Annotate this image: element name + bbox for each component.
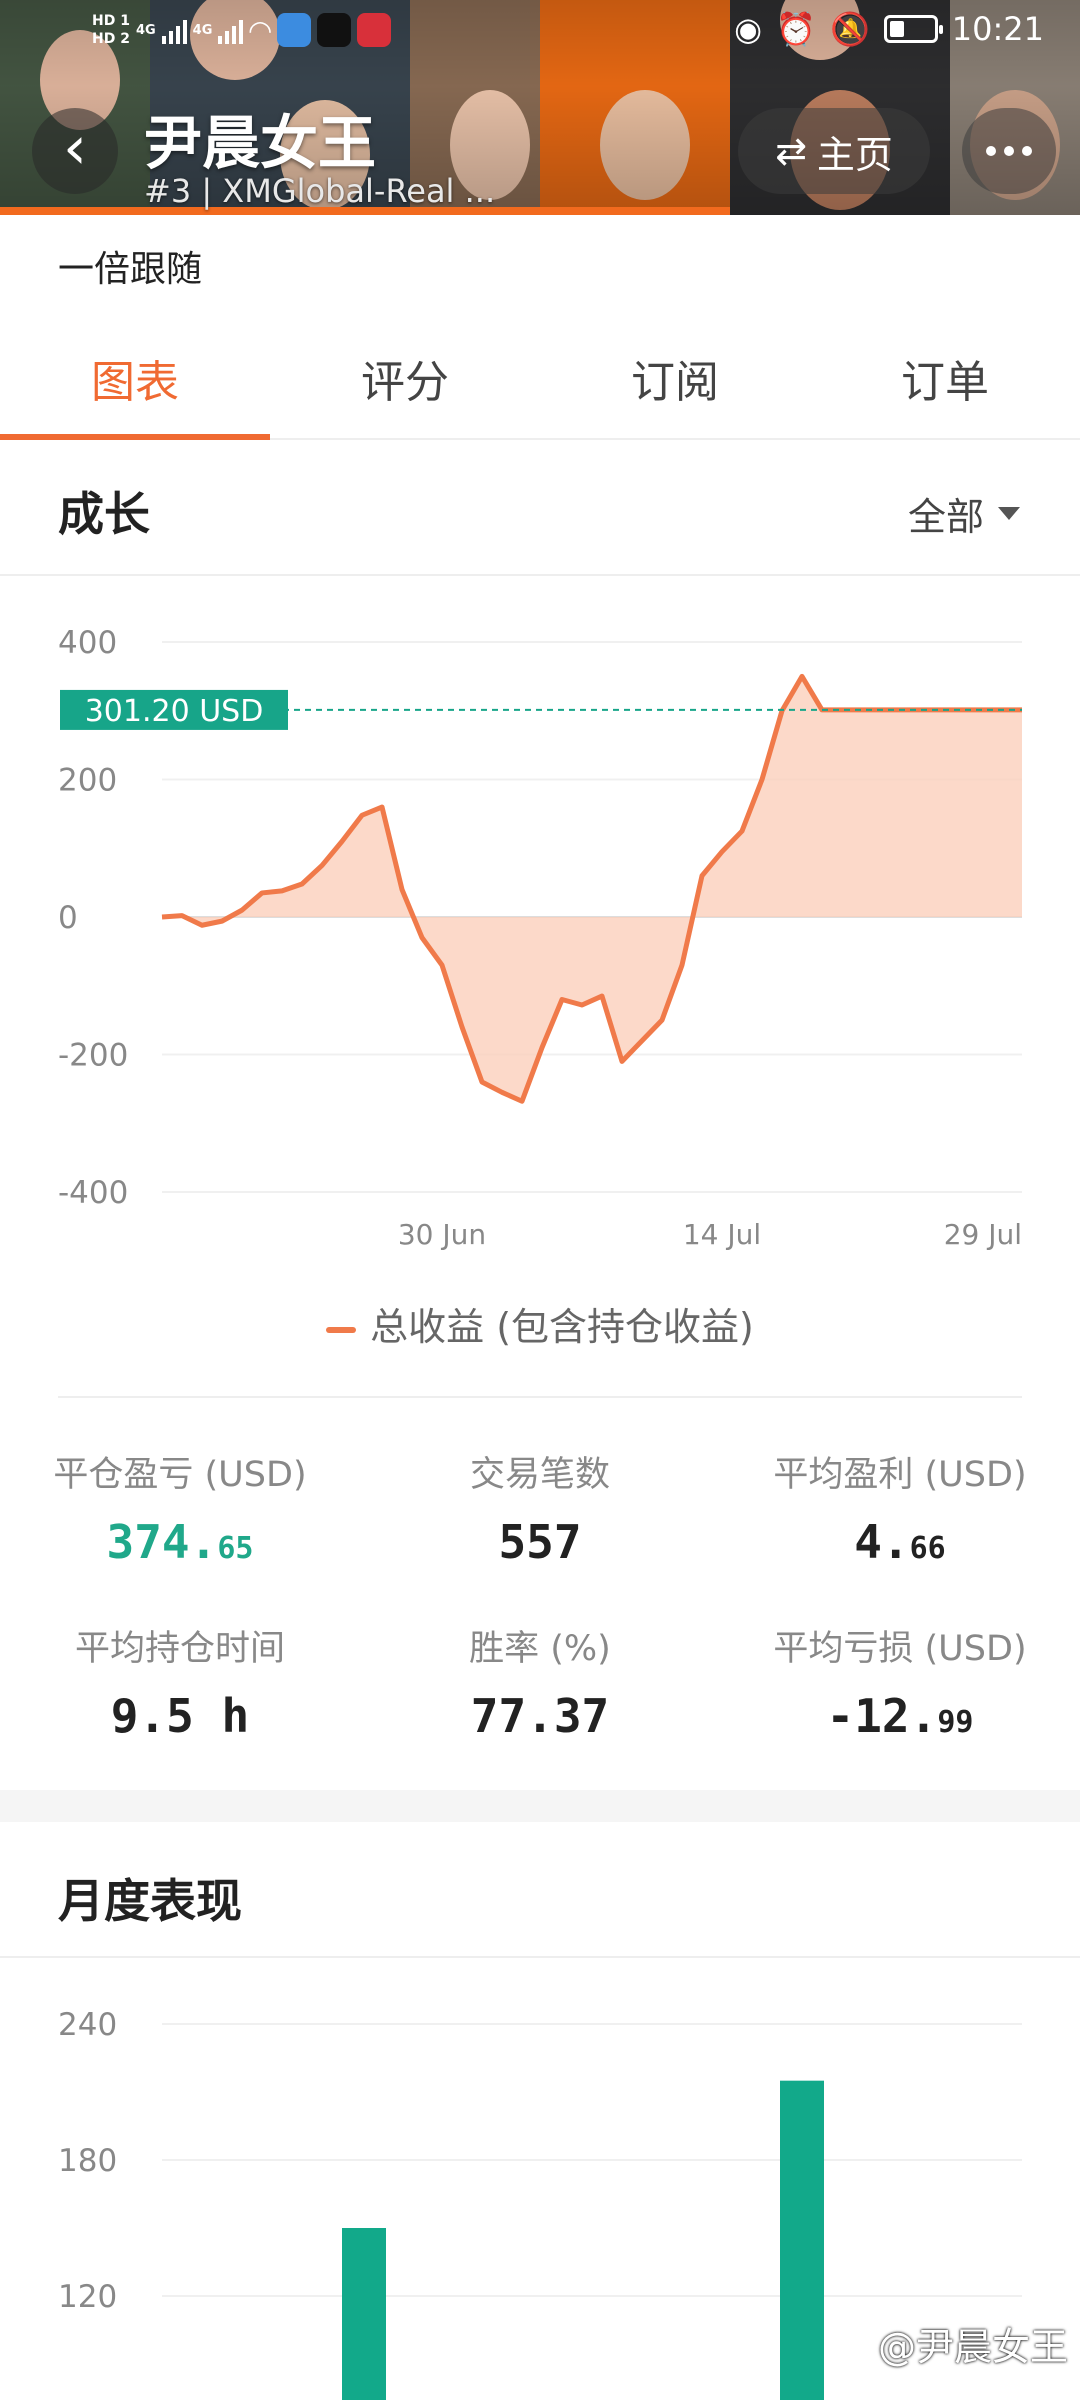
stat-label: 平均持仓时间 — [74, 1629, 285, 1669]
more-dots-icon — [986, 146, 996, 156]
tab-chart[interactable]: 图表 — [0, 335, 270, 440]
alarm-icon: ⏰ — [776, 10, 816, 48]
signal-icon — [218, 16, 244, 44]
watermark: @尹晨女王 — [877, 2325, 1068, 2369]
divider — [58, 1396, 1022, 1398]
tab-rating[interactable]: 评分 — [270, 335, 540, 438]
stat-item: 交易笔数 557 — [360, 1446, 720, 1569]
monthly-bar[interactable] — [780, 2080, 824, 2400]
network-type-label: 4G — [135, 22, 156, 38]
home-button-label: 主页 — [816, 132, 893, 177]
stat-item: 平仓盈亏 (USD) 374.65 — [0, 1446, 360, 1569]
stat-label: 交易笔数 — [469, 1455, 610, 1495]
y-tick-label: 120 — [58, 2279, 117, 2315]
stat-value: -12.99 — [826, 1689, 974, 1743]
tab-orders[interactable]: 订单 — [810, 335, 1080, 438]
home-button[interactable]: ⇄ 主页 — [738, 108, 930, 194]
monthly-bar[interactable] — [342, 2228, 386, 2400]
back-button[interactable]: ‹ — [32, 108, 118, 194]
y-tick-label: -200 — [58, 1038, 128, 1074]
legend-swatch — [326, 1326, 357, 1333]
stat-label: 平均盈利 (USD) — [773, 1455, 1027, 1495]
tiktok-icon — [316, 13, 351, 47]
signal-icon — [161, 16, 187, 44]
stat-value: 9.5 h — [110, 1689, 250, 1743]
follow-mode-label: 一倍跟随 — [58, 249, 203, 290]
stat-label: 平均亏损 (USD) — [773, 1629, 1027, 1669]
stat-item: 平均持仓时间 9.5 h — [0, 1620, 360, 1743]
swap-arrows-icon: ⇄ — [775, 129, 807, 173]
clock-time: 10:21 — [951, 10, 1044, 48]
growth-section-title: 成长 — [58, 487, 150, 541]
stat-value: 557 — [498, 1515, 582, 1569]
chart-app-icon — [276, 13, 311, 47]
stat-value: 4.66 — [854, 1515, 946, 1569]
stat-value: 77.37 — [470, 1689, 610, 1743]
trader-name: 尹晨女王 — [144, 109, 377, 177]
stat-label: 胜率 (%) — [469, 1629, 611, 1669]
profile-header-banner: HD 1 HD 2 4G 4G ◠ ◉ ⏰ 🔕 10:21 ‹ 尹晨女王 #3 … — [0, 0, 1080, 215]
y-tick-label: -400 — [58, 1175, 128, 1211]
y-tick-label: 240 — [58, 2007, 117, 2043]
network-type-label: 4G — [192, 22, 213, 38]
trader-rank-account: #3 | XMGlobal-Real ... — [144, 172, 496, 210]
tab-bar: 图表 评分 订阅 订单 — [0, 335, 1080, 440]
range-dropdown[interactable]: 全部 — [908, 486, 1020, 541]
chart-legend[interactable]: 总收益 (包含持仓收益) — [0, 1296, 1080, 1351]
wifi-icon: ◠ — [249, 13, 271, 47]
section-separator — [0, 1790, 1080, 1822]
mute-icon: 🔕 — [829, 10, 870, 48]
x-tick-label: 29 Jul — [944, 1218, 1022, 1251]
divider — [0, 574, 1080, 576]
status-bar: HD 1 HD 2 4G 4G ◠ ◉ ⏰ 🔕 10:21 — [0, 0, 1080, 80]
sim-indicator: HD 1 HD 2 — [92, 13, 130, 47]
stat-item: 胜率 (%) 77.37 — [360, 1620, 720, 1743]
tab-subscription[interactable]: 订阅 — [540, 335, 810, 438]
growth-chart: -400 -200 0 200 400 301.20 USD 30 Jun 14 Jul 29 … — [58, 625, 1022, 1251]
y-tick-label: 400 — [58, 625, 117, 661]
battery-icon — [883, 15, 943, 43]
stat-item: 平均盈利 (USD) 4.66 — [720, 1446, 1080, 1569]
more-button[interactable] — [962, 108, 1056, 194]
reader-app-icon — [356, 13, 391, 47]
stat-label: 平仓盈亏 (USD) — [53, 1455, 307, 1495]
eye-icon: ◉ — [734, 10, 763, 48]
back-arrow-icon: ‹ — [63, 113, 87, 183]
monthly-section-title: 月度表现 — [58, 1874, 242, 1928]
y-tick-label: 200 — [58, 763, 117, 799]
range-dropdown-label: 全部 — [907, 495, 984, 539]
x-tick-label: 14 Jul — [683, 1218, 761, 1251]
divider — [0, 1956, 1080, 1958]
y-tick-label: 0 — [58, 900, 78, 936]
chevron-down-icon — [998, 507, 1020, 520]
stat-value: 374.65 — [106, 1515, 254, 1569]
legend-label: 总收益 (包含持仓收益) — [370, 1305, 754, 1349]
y-tick-label: 180 — [58, 2143, 117, 2179]
stat-item: 平均亏损 (USD) -12.99 — [720, 1620, 1080, 1743]
x-tick-label: 30 Jun — [398, 1218, 486, 1251]
current-value-label: 301.20 USD — [85, 694, 264, 729]
